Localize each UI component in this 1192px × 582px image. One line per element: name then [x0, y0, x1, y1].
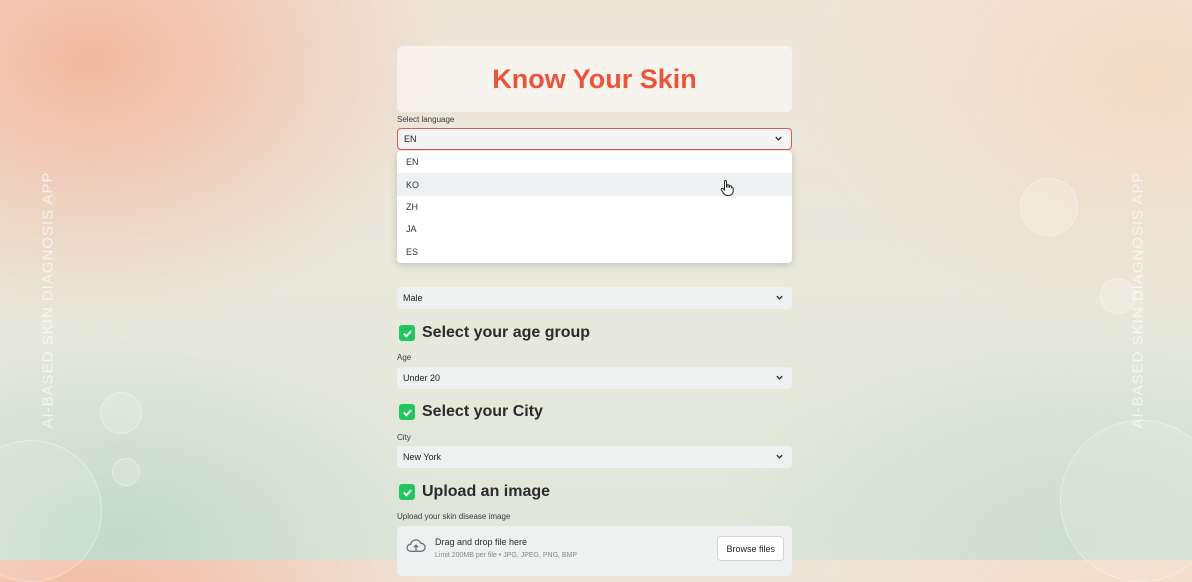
language-option-ja[interactable]: JA: [397, 218, 792, 240]
city-select[interactable]: New York: [397, 446, 792, 468]
language-option-en[interactable]: EN: [397, 151, 792, 173]
language-select-value: EN: [404, 134, 417, 144]
age-section-title: Select your age group: [422, 324, 591, 341]
chevron-down-icon: [775, 452, 784, 463]
language-select[interactable]: EN: [397, 128, 792, 150]
decorative-bubble: [0, 440, 102, 582]
title-card: Know Your Skin: [397, 46, 792, 112]
hand-pointer-icon: [720, 180, 734, 202]
side-caption-left: AI-BASED SKIN DIAGNOSIS APP: [39, 171, 57, 429]
cloud-upload-icon: [405, 538, 427, 559]
checkbox-checked-icon[interactable]: [399, 325, 415, 341]
age-section-header: Select your age group: [399, 324, 590, 342]
browse-files-button[interactable]: Browse files: [717, 536, 784, 561]
dropzone-limit-text: Limit 200MB per file • JPG, JPEG, PNG, B…: [435, 552, 578, 559]
city-select-value: New York: [403, 452, 442, 462]
language-label: Select language: [397, 115, 455, 124]
chevron-down-icon: [775, 373, 784, 384]
file-dropzone[interactable]: Drag and drop file here Limit 200MB per …: [397, 526, 792, 576]
decorative-bubble: [1020, 178, 1078, 236]
checkbox-checked-icon[interactable]: [399, 404, 415, 420]
chevron-down-icon: [774, 134, 783, 145]
age-select-value: Under 20: [403, 373, 441, 383]
side-caption-right: AI-BASED SKIN DIAGNOSIS APP: [1129, 171, 1147, 429]
chevron-down-icon: [775, 293, 784, 304]
decorative-bubble: [112, 458, 140, 486]
city-section-header: Select your City: [399, 403, 543, 421]
upload-label: Upload your skin disease image: [397, 512, 511, 521]
upload-section-title: Upload an image: [422, 483, 551, 500]
decorative-bubble: [100, 392, 142, 434]
language-dropdown: EN KO ZH JA ES: [397, 151, 792, 263]
age-label: Age: [397, 353, 412, 362]
upload-section-header: Upload an image: [399, 483, 550, 501]
checkbox-checked-icon[interactable]: [399, 484, 415, 500]
gender-select[interactable]: Male: [397, 287, 792, 309]
gender-select-value: Male: [403, 293, 423, 303]
dropzone-text: Drag and drop file here: [435, 537, 528, 547]
city-label: City: [397, 433, 411, 442]
decorative-bubble: [1060, 420, 1192, 582]
language-option-es[interactable]: ES: [397, 241, 792, 263]
age-select[interactable]: Under 20: [397, 367, 792, 389]
city-section-title: Select your City: [422, 403, 543, 420]
page-title: Know Your Skin: [492, 63, 697, 94]
